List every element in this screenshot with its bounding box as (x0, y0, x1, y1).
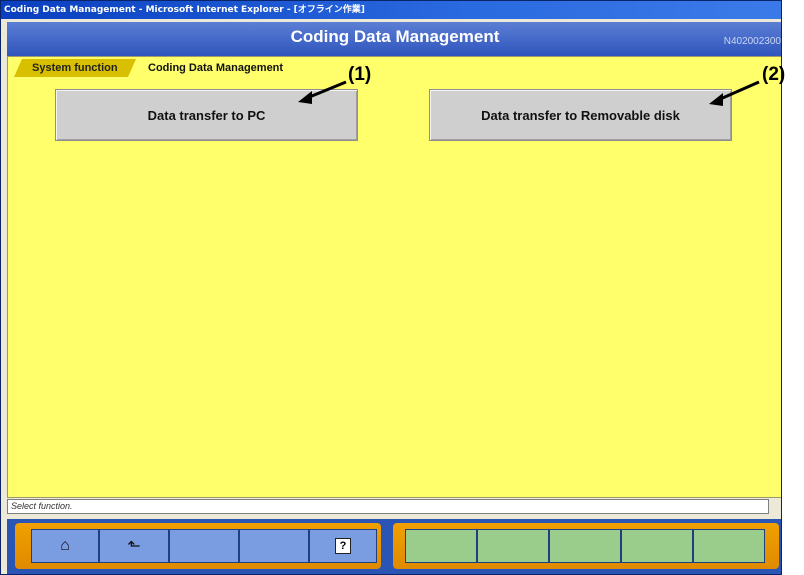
page-title: Coding Data Management (290, 27, 500, 46)
main-content: System function Coding Data Management D… (7, 56, 781, 498)
toolbar-slot-4[interactable] (239, 529, 309, 563)
back-button[interactable]: ⬑ (99, 529, 169, 563)
browser-window: Coding Data Management - Microsoft Inter… (0, 0, 782, 575)
toolbar-function-slot-5[interactable] (693, 529, 765, 563)
toolbar-right-group (393, 523, 779, 569)
toolbar-function-slot-1[interactable] (405, 529, 477, 563)
help-button[interactable]: ? (309, 529, 377, 563)
callout-1-label: (1) (348, 64, 372, 85)
status-bar: Select function. (7, 499, 769, 514)
data-transfer-to-pc-button[interactable]: Data transfer to PC (55, 89, 358, 141)
breadcrumb-system-function[interactable]: System function (14, 59, 136, 77)
home-icon: ⌂ (60, 537, 70, 554)
back-icon: ⬑ (127, 538, 141, 555)
toolbar-function-slot-4[interactable] (621, 529, 693, 563)
home-button[interactable]: ⌂ (31, 529, 99, 563)
app-header: Coding Data Management N402002300 (7, 22, 781, 56)
toolbar-function-slot-2[interactable] (477, 529, 549, 563)
toolbar-slot-3[interactable] (169, 529, 239, 563)
window-title-bar: Coding Data Management - Microsoft Inter… (1, 1, 781, 19)
toolbar-left-group: ⌂ ⬑ ? (15, 523, 381, 569)
window-title: Coding Data Management - Microsoft Inter… (4, 5, 365, 15)
status-text: Select function. (11, 501, 73, 511)
toolbar-function-slot-3[interactable] (549, 529, 621, 563)
breadcrumb-current: Coding Data Management (148, 62, 284, 74)
help-icon: ? (335, 538, 351, 554)
bottom-toolbar: ⌂ ⬑ ? (7, 519, 781, 574)
screen-id: N402002300 (723, 36, 781, 47)
callout-2-label: (2) (762, 64, 786, 85)
data-transfer-to-removable-disk-button[interactable]: Data transfer to Removable disk (429, 89, 732, 141)
